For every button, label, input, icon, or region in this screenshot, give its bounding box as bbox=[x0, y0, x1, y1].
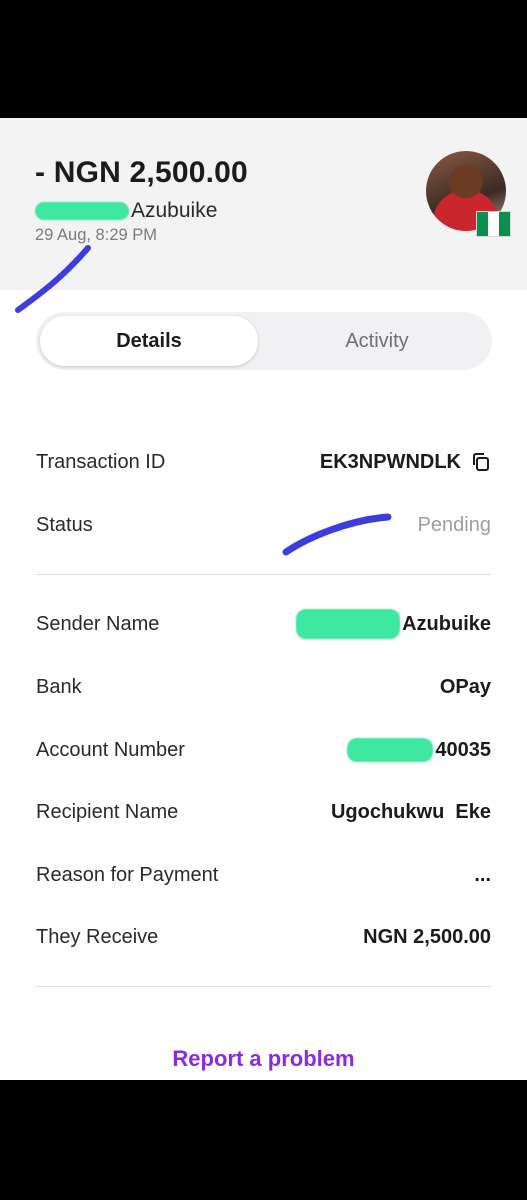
transaction-id-text: EK3NPWNDLK bbox=[319, 450, 461, 473]
reason-value: ... bbox=[474, 863, 491, 886]
they-receive-label: They Receive bbox=[36, 925, 159, 948]
status-label: Status bbox=[36, 513, 93, 536]
sender-name-value: Azubuike bbox=[296, 609, 491, 639]
redaction-mark bbox=[35, 202, 129, 220]
recipient-name-value: Ugochukwu Eke bbox=[330, 800, 491, 823]
recipient-name-row: Recipient Name Ugochukwu Eke bbox=[36, 796, 491, 828]
bank-row: Bank OPay bbox=[36, 671, 491, 703]
status-row: Status Pending bbox=[36, 509, 491, 541]
copy-icon[interactable] bbox=[471, 452, 491, 472]
recipient-name-label: Recipient Name bbox=[36, 800, 179, 823]
reason-label: Reason for Payment bbox=[36, 863, 219, 886]
sender-name-row: Sender Name Azubuike bbox=[36, 608, 491, 640]
sender-name-text: Azubuike bbox=[402, 612, 491, 635]
they-receive-row: They Receive NGN 2,500.00 bbox=[36, 921, 491, 953]
tab-switcher: Details Activity bbox=[36, 312, 492, 370]
transaction-date: 29 Aug, 8:29 PM bbox=[35, 226, 158, 244]
sender-name-label: Sender Name bbox=[36, 612, 160, 635]
transaction-details-screen: - NGN 2,500.00 Azubuike 29 Aug, 8:29 PM … bbox=[0, 118, 527, 1080]
status-value: Pending bbox=[417, 513, 491, 536]
redaction-mark bbox=[347, 738, 434, 762]
account-number-label: Account Number bbox=[36, 738, 185, 761]
counterparty-name-text: Azubuike bbox=[131, 199, 218, 222]
account-number-value: 40035 bbox=[347, 738, 491, 762]
reason-row: Reason for Payment ... bbox=[36, 859, 491, 891]
tab-activity[interactable]: Activity bbox=[266, 316, 488, 366]
section-divider bbox=[36, 574, 491, 575]
transaction-id-label: Transaction ID bbox=[36, 450, 166, 473]
transaction-amount: - NGN 2,500.00 bbox=[35, 156, 248, 189]
tab-details[interactable]: Details bbox=[40, 316, 258, 366]
account-number-text: 40035 bbox=[435, 738, 491, 761]
section-divider bbox=[36, 986, 491, 987]
redaction-mark bbox=[296, 609, 401, 639]
transaction-header: - NGN 2,500.00 Azubuike 29 Aug, 8:29 PM bbox=[0, 118, 527, 290]
nigeria-flag-icon bbox=[476, 211, 511, 237]
transaction-id-value: EK3NPWNDLK bbox=[320, 451, 491, 474]
bank-value: OPay bbox=[439, 675, 491, 698]
they-receive-value: NGN 2,500.00 bbox=[363, 925, 491, 948]
bank-label: Bank bbox=[36, 675, 82, 698]
transaction-id-row: Transaction ID EK3NPWNDLK bbox=[36, 446, 491, 478]
account-number-row: Account Number 40035 bbox=[36, 734, 491, 766]
report-problem-link[interactable]: Report a problem bbox=[0, 1046, 527, 1072]
counterparty-name: Azubuike bbox=[35, 198, 217, 224]
